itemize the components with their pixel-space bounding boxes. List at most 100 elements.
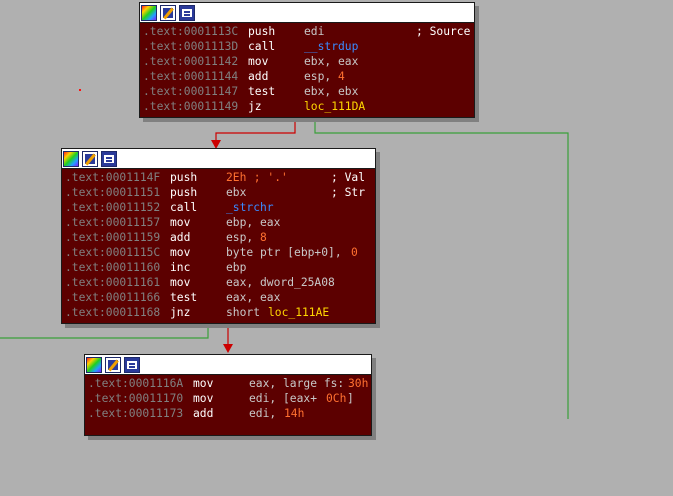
mnemonic: mov	[170, 276, 191, 289]
address: .text:0001113C	[143, 25, 239, 38]
asm-line[interactable]: .text:00011157 mov ebp, eax	[65, 215, 375, 230]
asm-line[interactable]: .text:00011161 mov eax, dword_25A08	[65, 275, 375, 290]
asm-line[interactable]: .text:0001115C mov byte ptr [ebp+0], 0	[65, 245, 375, 260]
operand: eax, large fs:	[249, 377, 345, 390]
operand-number: 0Ch	[326, 392, 347, 405]
operand: edi, [eax+	[249, 392, 318, 405]
jump-target-label[interactable]: loc_111DA	[304, 99, 365, 114]
inline-comment: ; '.'	[247, 171, 288, 184]
disassembly-listing: .text:0001113C push edi ; Source .text:0…	[140, 23, 474, 115]
disassembly-listing: .text:0001116A mov eax, large fs: 30h .t…	[85, 375, 371, 422]
asm-line[interactable]: .text:0001113D call __strdup	[143, 39, 474, 54]
xref-icon[interactable]	[101, 150, 117, 167]
operand: ebx, eax	[304, 55, 359, 68]
mnemonic: call	[170, 201, 198, 214]
disassembly-listing: .text:0001114F push 2Eh ; '.' ; Val .tex…	[62, 169, 375, 321]
address: .text:00011149	[143, 100, 239, 113]
operand-tail: ]	[347, 392, 354, 405]
operand-symbol[interactable]: _strchr	[226, 200, 274, 215]
operand: esp,	[226, 231, 261, 244]
mnemonic: test	[248, 85, 276, 98]
mnemonic: mov	[193, 377, 214, 390]
asm-line[interactable]: .text:0001113C push edi ; Source	[143, 24, 474, 39]
mnemonic: mov	[170, 246, 191, 259]
asm-line[interactable]: .text:00011152 call _strchr	[65, 200, 375, 215]
comment: ; Val	[331, 171, 366, 184]
address: .text:00011151	[65, 186, 161, 199]
asm-line[interactable]: .text:00011168 jnz short loc_111AE	[65, 305, 375, 320]
address: .text:0001114F	[65, 171, 161, 184]
asm-line[interactable]: .text:0001116A mov eax, large fs: 30h	[88, 376, 371, 391]
mnemonic: test	[170, 291, 198, 304]
operand: ebx	[226, 186, 247, 199]
xref-icon[interactable]	[124, 356, 140, 373]
mnemonic: jz	[248, 100, 262, 113]
graph-overview-icon[interactable]	[86, 356, 102, 373]
asm-line[interactable]: .text:00011160 inc ebp	[65, 260, 375, 275]
address: .text:00011152	[65, 201, 161, 214]
address: .text:00011144	[143, 70, 239, 83]
mnemonic: mov	[248, 55, 269, 68]
stray-marker	[79, 89, 81, 91]
address: .text:00011168	[65, 306, 161, 319]
edit-node-icon[interactable]	[82, 150, 98, 167]
graph-overview-icon[interactable]	[141, 4, 157, 21]
operand: esp,	[304, 70, 339, 83]
node-toolbar	[62, 149, 375, 169]
operand-number: 8	[260, 231, 267, 244]
node-toolbar	[140, 3, 474, 23]
node-toolbar	[85, 355, 371, 375]
address: .text:00011147	[143, 85, 239, 98]
address: .text:00011142	[143, 55, 239, 68]
mnemonic: add	[170, 231, 191, 244]
edge-node1-to-node2	[215, 117, 296, 146]
edit-node-icon[interactable]	[105, 356, 121, 373]
operand: byte ptr [ebp+0],	[226, 246, 349, 259]
edit-node-icon[interactable]	[160, 4, 176, 21]
address: .text:00011170	[88, 392, 184, 405]
operand-symbol[interactable]: __strdup	[304, 39, 358, 54]
asm-line[interactable]: .text:00011151 push ebx ; Str	[65, 185, 375, 200]
jump-target-label[interactable]: loc_111AE	[268, 305, 329, 320]
asm-line[interactable]: .text:00011170 mov edi, [eax+ 0Ch ]	[88, 391, 371, 406]
mnemonic: jnz	[170, 306, 191, 319]
mnemonic: call	[248, 40, 276, 53]
asm-line[interactable]: .text:00011147 test ebx, ebx	[143, 84, 474, 99]
asm-line[interactable]: .text:00011159 add esp, 8	[65, 230, 375, 245]
address: .text:00011159	[65, 231, 161, 244]
edge-arrowhead	[223, 344, 233, 353]
address: .text:0001115C	[65, 246, 161, 259]
mnemonic: push	[170, 186, 198, 199]
mnemonic: mov	[193, 392, 214, 405]
operand-number: 2Eh	[226, 171, 247, 184]
operand: ebp	[226, 261, 247, 274]
address: .text:0001113D	[143, 40, 239, 53]
asm-line[interactable]: .text:0001114F push 2Eh ; '.' ; Val	[65, 170, 375, 185]
asm-line[interactable]: .text:00011144 add esp, 4	[143, 69, 474, 84]
address: .text:00011166	[65, 291, 161, 304]
operand-number: 0	[351, 246, 358, 259]
graph-node-2[interactable]: .text:0001114F push 2Eh ; '.' ; Val .tex…	[61, 148, 376, 324]
operand: ebx, ebx	[304, 85, 359, 98]
address: .text:00011157	[65, 216, 161, 229]
mnemonic: inc	[170, 261, 191, 274]
operand: eax, eax	[226, 291, 281, 304]
mnemonic: mov	[170, 216, 191, 229]
mnemonic: push	[248, 25, 276, 38]
graph-node-3[interactable]: .text:0001116A mov eax, large fs: 30h .t…	[84, 354, 372, 436]
address: .text:00011160	[65, 261, 161, 274]
graph-node-1[interactable]: .text:0001113C push edi ; Source .text:0…	[139, 2, 475, 118]
address: .text:00011161	[65, 276, 161, 289]
asm-line[interactable]: .text:00011149 jz loc_111DA	[143, 99, 474, 114]
asm-line[interactable]: .text:00011142 mov ebx, eax	[143, 54, 474, 69]
mnemonic: add	[248, 70, 269, 83]
comment: ; Str	[331, 186, 366, 199]
operand-number: 4	[338, 70, 345, 83]
operand: edi	[304, 25, 325, 38]
mnemonic: push	[170, 171, 198, 184]
asm-line[interactable]: .text:00011166 test eax, eax	[65, 290, 375, 305]
operand: eax, dword_25A08	[226, 276, 335, 289]
address: .text:0001116A	[88, 377, 184, 390]
graph-overview-icon[interactable]	[63, 150, 79, 167]
xref-icon[interactable]	[179, 4, 195, 21]
